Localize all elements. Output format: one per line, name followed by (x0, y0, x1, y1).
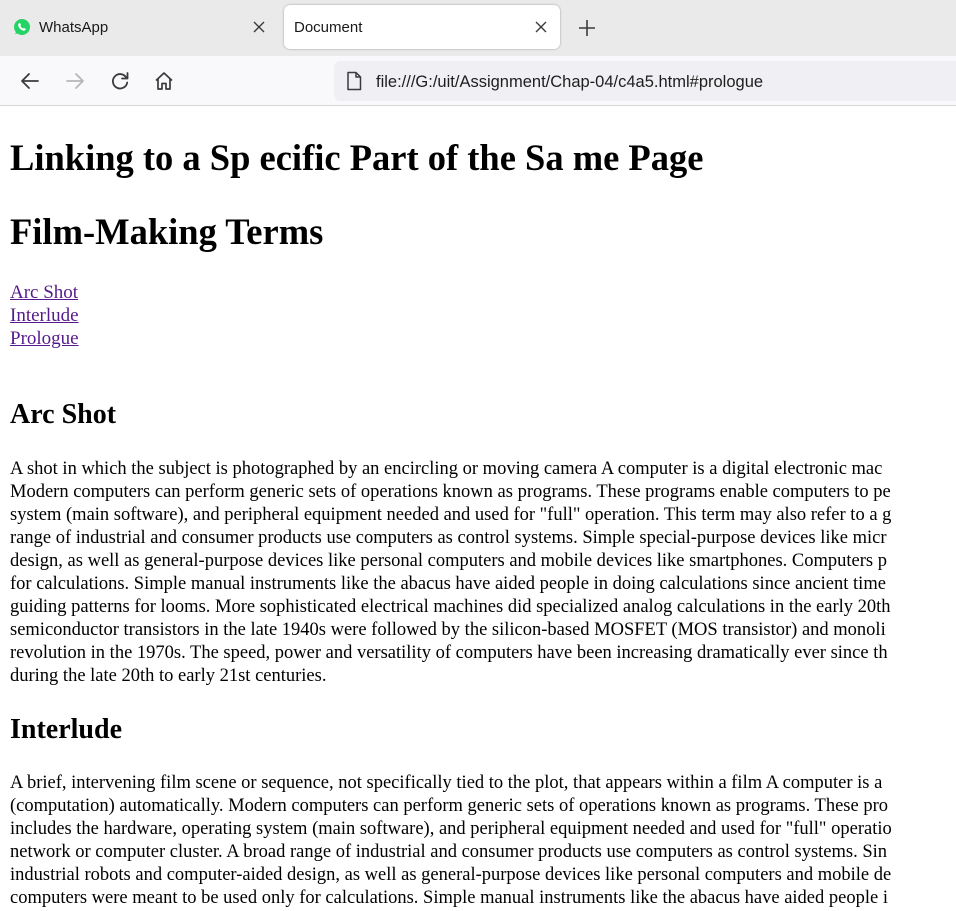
text-line: includes the hardware, operating system … (10, 819, 892, 839)
page-title: Linking to a Sp ecific Part of the Sa me… (10, 137, 704, 178)
text-line: for calculations. Simple manual instrume… (10, 574, 886, 594)
text-line: Modern computers can perform generic set… (10, 482, 891, 502)
tab-whatsapp[interactable]: WhatsApp (0, 5, 280, 49)
link-arc-shot[interactable]: Arc Shot (10, 281, 79, 304)
text-line: system (main software), and peripheral e… (10, 505, 892, 525)
text-line: during the late 20th to early 21st centu… (10, 666, 327, 686)
text-line: guiding patterns for looms. More sophist… (10, 597, 891, 617)
reload-icon[interactable] (109, 70, 131, 92)
section-text-arc-shot: A shot in which the subject is photograp… (10, 458, 956, 688)
whatsapp-icon (14, 19, 30, 35)
tab-strip: WhatsApp Document (0, 0, 956, 56)
text-line: (computation) automatically. Modern comp… (10, 796, 888, 816)
address-bar[interactable]: file:///G:/uit/Assignment/Chap-04/c4a5.h… (334, 61, 956, 101)
page-content: Linking to a Sp ecific Part of the Sa me… (0, 106, 956, 911)
tab-title: Document (294, 19, 363, 36)
page-subtitle: Film-Making Terms (10, 211, 324, 252)
close-tab-icon[interactable] (252, 20, 266, 34)
section-text-interlude: A brief, intervening film scene or seque… (10, 772, 956, 910)
forward-arrow-icon[interactable] (64, 70, 86, 92)
tab-title: WhatsApp (39, 19, 109, 36)
file-page-icon (347, 71, 362, 91)
link-interlude[interactable]: Interlude (10, 304, 79, 327)
new-tab-icon[interactable] (577, 18, 597, 38)
tab-document[interactable]: Document (284, 5, 560, 49)
navigation-toolbar: file:///G:/uit/Assignment/Chap-04/c4a5.h… (0, 56, 956, 106)
text-line: A shot in which the subject is photograp… (10, 459, 883, 479)
close-tab-icon[interactable] (534, 20, 548, 34)
anchor-link-list: Arc Shot Interlude Prologue (10, 281, 79, 350)
home-icon[interactable] (153, 70, 175, 92)
text-line: semiconductor transistors in the late 19… (10, 620, 886, 640)
text-line: revolution in the 1970s. The speed, powe… (10, 643, 888, 663)
text-line: network or computer cluster. A broad ran… (10, 842, 888, 862)
back-arrow-icon[interactable] (19, 70, 41, 92)
text-line: A brief, intervening film scene or seque… (10, 773, 883, 793)
url-text[interactable]: file:///G:/uit/Assignment/Chap-04/c4a5.h… (376, 72, 763, 92)
section-heading-arc-shot: Arc Shot (10, 399, 117, 430)
link-prologue[interactable]: Prologue (10, 327, 79, 350)
text-line: industrial robots and computer-aided des… (10, 865, 892, 885)
text-line: computers were meant to be used only for… (10, 888, 888, 908)
text-line: range of industrial and consumer product… (10, 528, 887, 548)
section-heading-interlude: Interlude (10, 714, 122, 745)
text-line: design, as well as general-purpose devic… (10, 551, 887, 571)
